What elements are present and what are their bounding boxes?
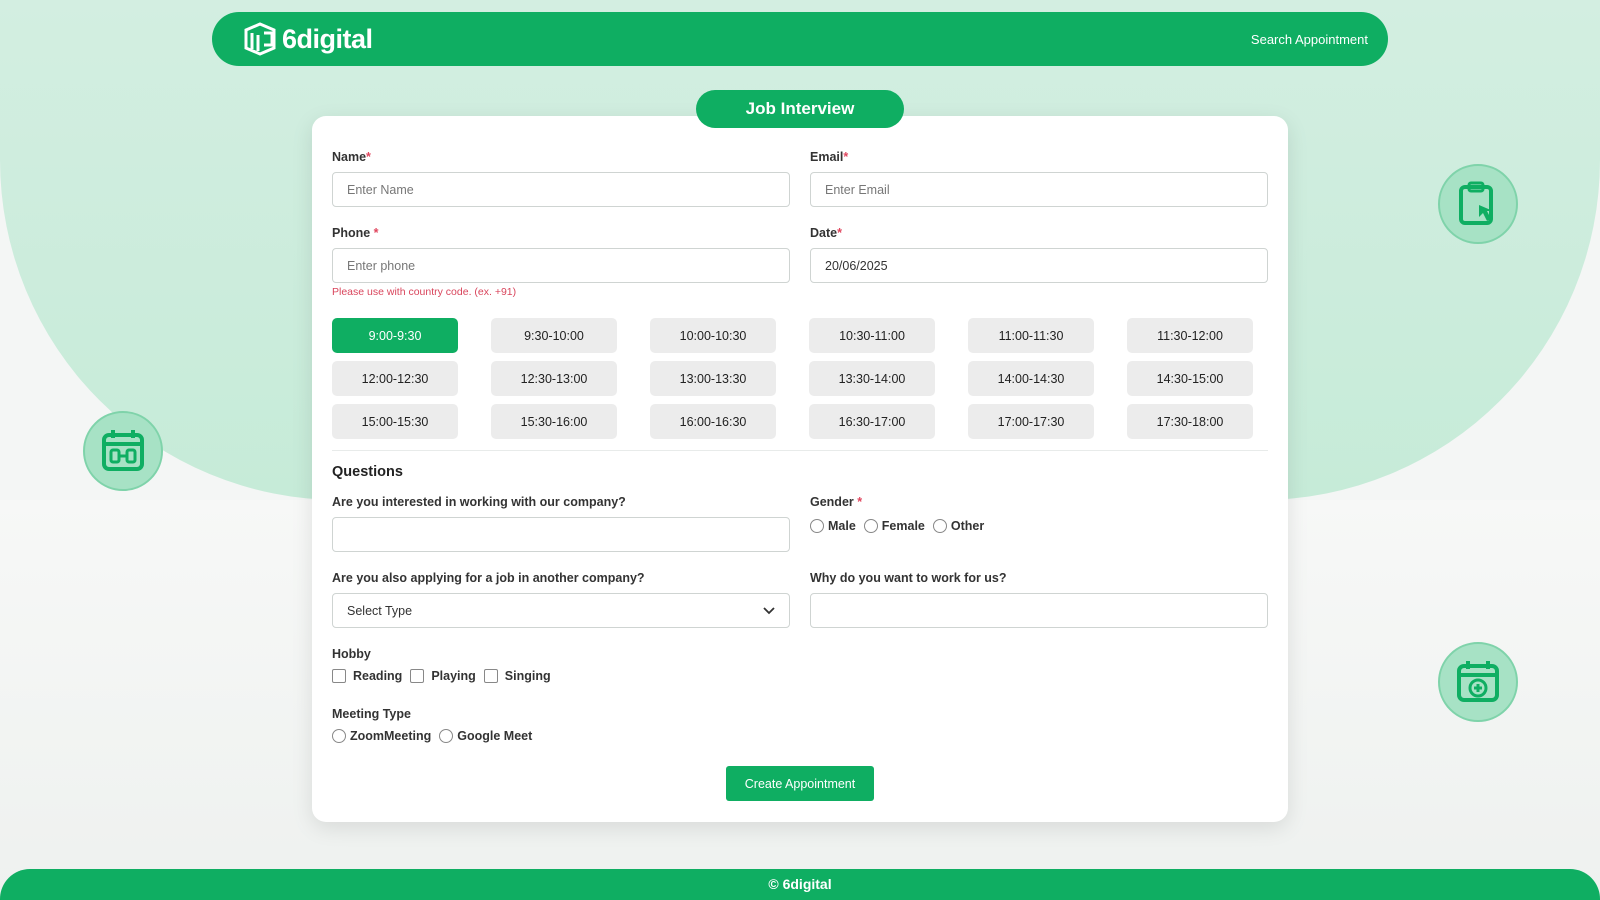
questions-heading: Questions bbox=[332, 464, 403, 480]
brand-name: 6digital bbox=[282, 23, 373, 54]
interested-answer-input[interactable] bbox=[332, 517, 790, 552]
hobby-option-singing[interactable]: Singing bbox=[483, 669, 551, 683]
email-input[interactable] bbox=[810, 172, 1268, 207]
time-slot-button[interactable]: 17:30-18:00 bbox=[1127, 404, 1253, 439]
phone-label-text: Phone bbox=[332, 226, 374, 240]
gender-label-text: Gender bbox=[810, 495, 858, 509]
meeting-type-options: ZoomMeeting Google Meet bbox=[332, 729, 540, 743]
clipboard-touch-badge bbox=[1438, 164, 1518, 244]
why-answer-input[interactable] bbox=[810, 593, 1268, 628]
why-question-label: Why do you want to work for us? bbox=[810, 571, 1007, 585]
email-label-text: Email bbox=[810, 150, 844, 164]
radio-button[interactable] bbox=[863, 519, 878, 533]
hobby-option-reading[interactable]: Reading bbox=[332, 669, 402, 683]
time-slot-button[interactable]: 14:00-14:30 bbox=[968, 361, 1094, 396]
clipboard-touch-icon bbox=[1459, 181, 1493, 225]
time-slot-button[interactable]: 10:30-11:00 bbox=[809, 318, 935, 353]
date-label: Date* bbox=[810, 226, 842, 240]
time-slot-button[interactable]: 12:00-12:30 bbox=[332, 361, 458, 396]
chevron-down-icon bbox=[763, 606, 775, 614]
gender-options: Male Female Other bbox=[810, 519, 992, 533]
phone-hint: Please use with country code. (ex. +91) bbox=[332, 286, 517, 298]
gender-option-male[interactable]: Male bbox=[810, 519, 856, 533]
search-appointment-link[interactable]: Search Appointment bbox=[1251, 32, 1368, 47]
checkbox[interactable] bbox=[410, 669, 425, 683]
hobby-options: Reading Playing Singing bbox=[332, 669, 559, 683]
time-slot-button[interactable]: 14:30-15:00 bbox=[1127, 361, 1253, 396]
other-company-question-label: Are you also applying for a job in anoth… bbox=[332, 571, 645, 585]
gender-option-female[interactable]: Female bbox=[863, 519, 925, 533]
date-label-text: Date bbox=[810, 226, 838, 240]
interested-question-label: Are you interested in working with our c… bbox=[332, 495, 626, 509]
time-slot-grid: 9:00-9:30 9:30-10:00 10:00-10:30 10:30-11:0… bbox=[332, 318, 1256, 439]
hobby-option-label: Playing bbox=[431, 669, 476, 683]
required-mark: * bbox=[857, 495, 863, 509]
date-input[interactable] bbox=[810, 248, 1268, 283]
create-appointment-button[interactable]: Create Appointment bbox=[726, 766, 874, 801]
required-mark: * bbox=[843, 150, 849, 164]
required-mark: * bbox=[837, 226, 842, 240]
time-slot-button[interactable]: 9:30-10:00 bbox=[491, 318, 617, 353]
calendar-add-icon bbox=[1457, 661, 1499, 702]
time-slot-button[interactable]: 16:30-17:00 bbox=[809, 404, 935, 439]
calendar-range-icon bbox=[102, 430, 144, 471]
name-input[interactable] bbox=[332, 172, 790, 207]
gender-label: Gender * bbox=[810, 495, 862, 509]
time-slot-button[interactable]: 11:00-11:30 bbox=[968, 318, 1094, 353]
radio-button[interactable] bbox=[332, 729, 346, 743]
name-label-text: Name bbox=[332, 150, 367, 164]
meeting-type-label: Meeting Type bbox=[332, 707, 411, 721]
footer-copyright: © 6digital bbox=[768, 876, 832, 892]
hobby-option-label: Reading bbox=[353, 669, 403, 683]
other-company-select[interactable]: Select Type bbox=[332, 593, 790, 628]
calendar-add-badge bbox=[1438, 642, 1518, 722]
phone-input[interactable] bbox=[332, 248, 790, 283]
cube-logo-icon bbox=[244, 22, 276, 56]
form-title: Job Interview bbox=[696, 90, 904, 128]
gender-option-label: Female bbox=[881, 519, 925, 533]
time-slot-button[interactable]: 15:00-15:30 bbox=[332, 404, 458, 439]
gender-option-other[interactable]: Other bbox=[932, 519, 985, 533]
time-slot-button[interactable]: 17:00-17:30 bbox=[968, 404, 1094, 439]
appointment-form-card: Name* Email* Phone * Please use with cou… bbox=[312, 116, 1288, 822]
hobby-label: Hobby bbox=[332, 647, 371, 661]
time-slot-button[interactable]: 13:00-13:30 bbox=[650, 361, 776, 396]
gender-option-label: Male bbox=[828, 519, 856, 533]
meeting-option-google-meet[interactable]: Google Meet bbox=[439, 729, 532, 743]
required-mark: * bbox=[366, 150, 371, 164]
phone-label: Phone * bbox=[332, 226, 379, 240]
time-slot-button[interactable]: 16:00-16:30 bbox=[650, 404, 776, 439]
select-value: Select Type bbox=[347, 603, 413, 618]
email-label: Email* bbox=[810, 150, 848, 164]
required-mark: * bbox=[373, 226, 379, 240]
top-navbar: 6digital Search Appointment bbox=[212, 12, 1388, 66]
time-slot-button[interactable]: 15:30-16:00 bbox=[491, 404, 617, 439]
hobby-option-playing[interactable]: Playing bbox=[410, 669, 476, 683]
radio-button[interactable] bbox=[932, 519, 947, 533]
time-slot-button[interactable]: 10:00-10:30 bbox=[650, 318, 776, 353]
brand-logo[interactable]: 6digital bbox=[242, 21, 373, 57]
checkbox[interactable] bbox=[332, 669, 346, 683]
gender-option-label: Other bbox=[950, 519, 985, 533]
checkbox[interactable] bbox=[483, 669, 498, 683]
meeting-option-label: ZoomMeeting bbox=[350, 729, 432, 743]
time-slot-button[interactable]: 9:00-9:30 bbox=[332, 318, 458, 353]
meeting-option-zoom[interactable]: ZoomMeeting bbox=[332, 729, 431, 743]
hobby-option-label: Singing bbox=[504, 669, 551, 683]
meeting-option-label: Google Meet bbox=[457, 729, 533, 743]
calendar-range-badge bbox=[83, 411, 163, 491]
section-divider bbox=[332, 450, 1268, 451]
time-slot-button[interactable]: 13:30-14:00 bbox=[809, 361, 935, 396]
time-slot-button[interactable]: 11:30-12:00 bbox=[1127, 318, 1253, 353]
name-label: Name* bbox=[332, 150, 371, 164]
radio-button[interactable] bbox=[810, 519, 824, 533]
radio-button[interactable] bbox=[439, 729, 454, 743]
time-slot-button[interactable]: 12:30-13:00 bbox=[491, 361, 617, 396]
footer: © 6digital bbox=[0, 869, 1600, 900]
